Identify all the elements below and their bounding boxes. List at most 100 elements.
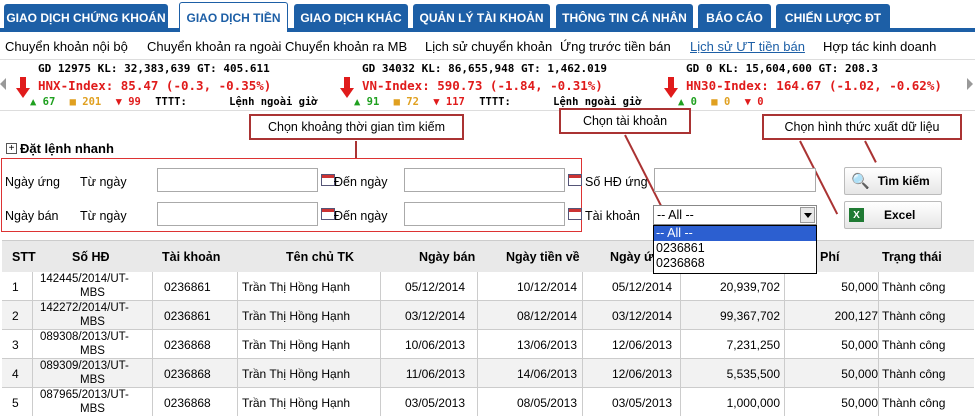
table-row[interactable]: 2 0236861 Trần Thị Hồng Hạnh 03/12/2014 08/1… <box>2 301 974 330</box>
label-ngay-ban: Ngày bán <box>5 209 59 223</box>
column-header: Ngày tiền về <box>506 250 580 264</box>
ngay-ung-from-input[interactable] <box>157 168 318 192</box>
chevron-down-icon[interactable] <box>800 207 815 223</box>
callout-account: Chọn tài khoản <box>559 108 691 134</box>
column-divider <box>380 272 381 301</box>
cell-tk: 0236868 <box>164 338 211 352</box>
scroll-right-icon[interactable] <box>967 78 973 90</box>
ticker-ref-count: ■ 201 <box>69 96 102 108</box>
cell-so-hd: 089309/2013/UT- <box>40 360 129 372</box>
ticker-up-count: ▲ 91 <box>354 96 380 108</box>
ticker-down-count: ▼ 117 <box>433 96 465 108</box>
label-so-hd-ung: Số HĐ ứng <box>585 175 648 189</box>
column-divider <box>152 388 153 416</box>
ngay-ban-from-input[interactable] <box>157 202 318 226</box>
cell-so-hd: 089308/2013/UT- <box>40 331 129 343</box>
calendar-icon[interactable] <box>321 208 335 220</box>
submenu-lich-su-ut-tien-ban[interactable]: Lịch sử ƯT tiền bán <box>690 39 805 54</box>
so-hd-ung-input[interactable] <box>654 168 816 192</box>
cell-so-hd-suffix: MBS <box>80 287 105 299</box>
table-row[interactable]: 3 0236868 Trần Thị Hồng Hạnh 10/06/2013 13/0… <box>2 330 974 359</box>
submenu-ung-truoc-tien-ban[interactable]: Ứng trước tiền bán <box>560 39 671 54</box>
submenu-chuyen-khoan-ra-mb[interactable]: Chuyển khoản ra MB <box>285 39 407 54</box>
column-divider <box>32 359 33 388</box>
column-divider <box>680 330 681 359</box>
submenu-hop-tac-kinh-doanh[interactable]: Hợp tác kinh doanh <box>823 39 936 54</box>
table-header: STT Số HĐ Tài khoản Tên chủ TK Ngày bán … <box>2 240 974 272</box>
tab-quan-ly-tai-khoan[interactable]: QUẢN LÝ TÀI KHOẢN <box>413 4 550 31</box>
ticker-down-count: ▼ 99 <box>115 96 141 108</box>
cell-so-hd-suffix: MBS <box>80 316 105 328</box>
account-option[interactable]: 0236868 <box>654 256 816 271</box>
cell-stt: 4 <box>12 367 19 381</box>
ngay-ung-to-input[interactable] <box>404 168 565 192</box>
tab-thong-tin-ca-nhan[interactable]: THÔNG TIN CÁ NHÂN <box>556 4 693 31</box>
column-divider <box>878 359 879 388</box>
cell-so-hd: 142445/2014/UT- <box>40 273 129 285</box>
ticker-up-count: ▲ 67 <box>30 96 56 108</box>
submenu-chuyen-khoan-noi-bo[interactable]: Chuyển khoản nội bộ <box>5 39 128 54</box>
cell-so-hd: 142272/2014/UT- <box>40 302 129 314</box>
cell-tt: Thành công <box>882 367 946 381</box>
table-row[interactable]: 5 0236868 Trần Thị Hồng Hạnh 03/05/2013 08/0… <box>2 388 974 416</box>
tab-chien-luoc-dt[interactable]: CHIẾN LƯỢC ĐT <box>776 4 890 31</box>
column-divider <box>784 330 785 359</box>
column-divider <box>878 330 879 359</box>
search-icon: 🔍 <box>851 173 870 190</box>
label-tu-ngay: Từ ngày <box>80 209 127 223</box>
ticker-stats: GD 12975 KL: 32,383,639 GT: 405.611 <box>38 62 270 75</box>
cell-ten: Trần Thị Hồng Hạnh <box>242 309 351 323</box>
column-divider <box>32 330 33 359</box>
column-header: Ngày ứ <box>610 250 654 264</box>
account-option[interactable]: -- All -- <box>654 226 816 241</box>
cell-phi: 50,000 <box>841 280 878 294</box>
column-divider <box>878 388 879 416</box>
down-arrow-icon <box>340 77 354 99</box>
tab-giao-dich-tien[interactable]: GIAO DỊCH TIỀN <box>179 2 288 32</box>
calendar-icon[interactable] <box>568 208 582 220</box>
column-divider <box>380 301 381 330</box>
column-divider <box>784 359 785 388</box>
excel-button[interactable]: X Excel <box>844 201 942 229</box>
cell-ban: 11/06/2013 <box>405 367 465 381</box>
tab-giao-dich-khac[interactable]: GIAO DỊCH KHÁC <box>294 4 408 31</box>
cell-so-hd-suffix: MBS <box>80 374 105 386</box>
cell-phi: 200,127 <box>834 309 878 323</box>
table-row[interactable]: 1 0236861 Trần Thị Hồng Hạnh 05/12/2014 10/1… <box>2 272 974 301</box>
cell-ban: 03/12/2014 <box>404 309 465 323</box>
cell-so-hd-suffix: MBS <box>80 403 105 415</box>
cell-ung: 05/12/2014 <box>611 280 672 294</box>
cell-ung: 12/06/2013 <box>611 367 672 381</box>
search-button[interactable]: 🔍 Tìm kiếm <box>844 167 942 195</box>
cell-tt: Thành công <box>882 338 946 352</box>
main-tab-bar: GIAO DỊCH CHỨNG KHOÁN GIAO DỊCH TIỀN GIA… <box>0 0 975 32</box>
account-option[interactable]: 0236861 <box>654 241 816 256</box>
quick-order-toggle[interactable]: + Đặt lệnh nhanh <box>6 141 114 156</box>
column-divider <box>237 272 238 301</box>
column-header: Số HĐ <box>72 250 110 264</box>
account-select[interactable]: -- All -- <box>653 205 817 225</box>
column-header: STT <box>12 250 36 264</box>
submenu-chuyen-khoan-ra-ngoai[interactable]: Chuyển khoản ra ngoài <box>147 39 281 54</box>
column-divider <box>680 359 681 388</box>
scroll-left-icon[interactable] <box>0 78 6 90</box>
column-divider <box>680 272 681 301</box>
cell-phi: 50,000 <box>841 338 878 352</box>
column-divider <box>680 301 681 330</box>
label-tai-khoan: Tài khoản <box>585 209 640 223</box>
tab-bao-cao[interactable]: BÁO CÁO <box>698 4 771 31</box>
ngay-ban-to-input[interactable] <box>404 202 565 226</box>
calendar-icon[interactable] <box>321 174 335 186</box>
tab-giao-dich-chung-khoan[interactable]: GIAO DỊCH CHỨNG KHOÁN <box>4 4 168 31</box>
ticker-index: VN-Index: 590.73 (-1.84, -0.31%) <box>362 78 603 93</box>
cell-tk: 0236868 <box>164 367 211 381</box>
market-ticker: GD 12975 KL: 32,383,639 GT: 405.611 HNX-… <box>0 59 975 111</box>
sub-menu: Chuyển khoản nội bộ Chuyển khoản ra ngoà… <box>0 33 975 59</box>
submenu-lich-su-chuyen-khoan[interactable]: Lịch sử chuyển khoản <box>425 39 552 54</box>
cell-tt: Thành công <box>882 309 946 323</box>
down-arrow-icon <box>16 77 30 99</box>
calendar-icon[interactable] <box>568 174 582 186</box>
cell-ban: 10/06/2013 <box>404 338 465 352</box>
table-row[interactable]: 4 0236868 Trần Thị Hồng Hạnh 11/06/2013 14/0… <box>2 359 974 388</box>
cell-ten: Trần Thị Hồng Hạnh <box>242 338 351 352</box>
